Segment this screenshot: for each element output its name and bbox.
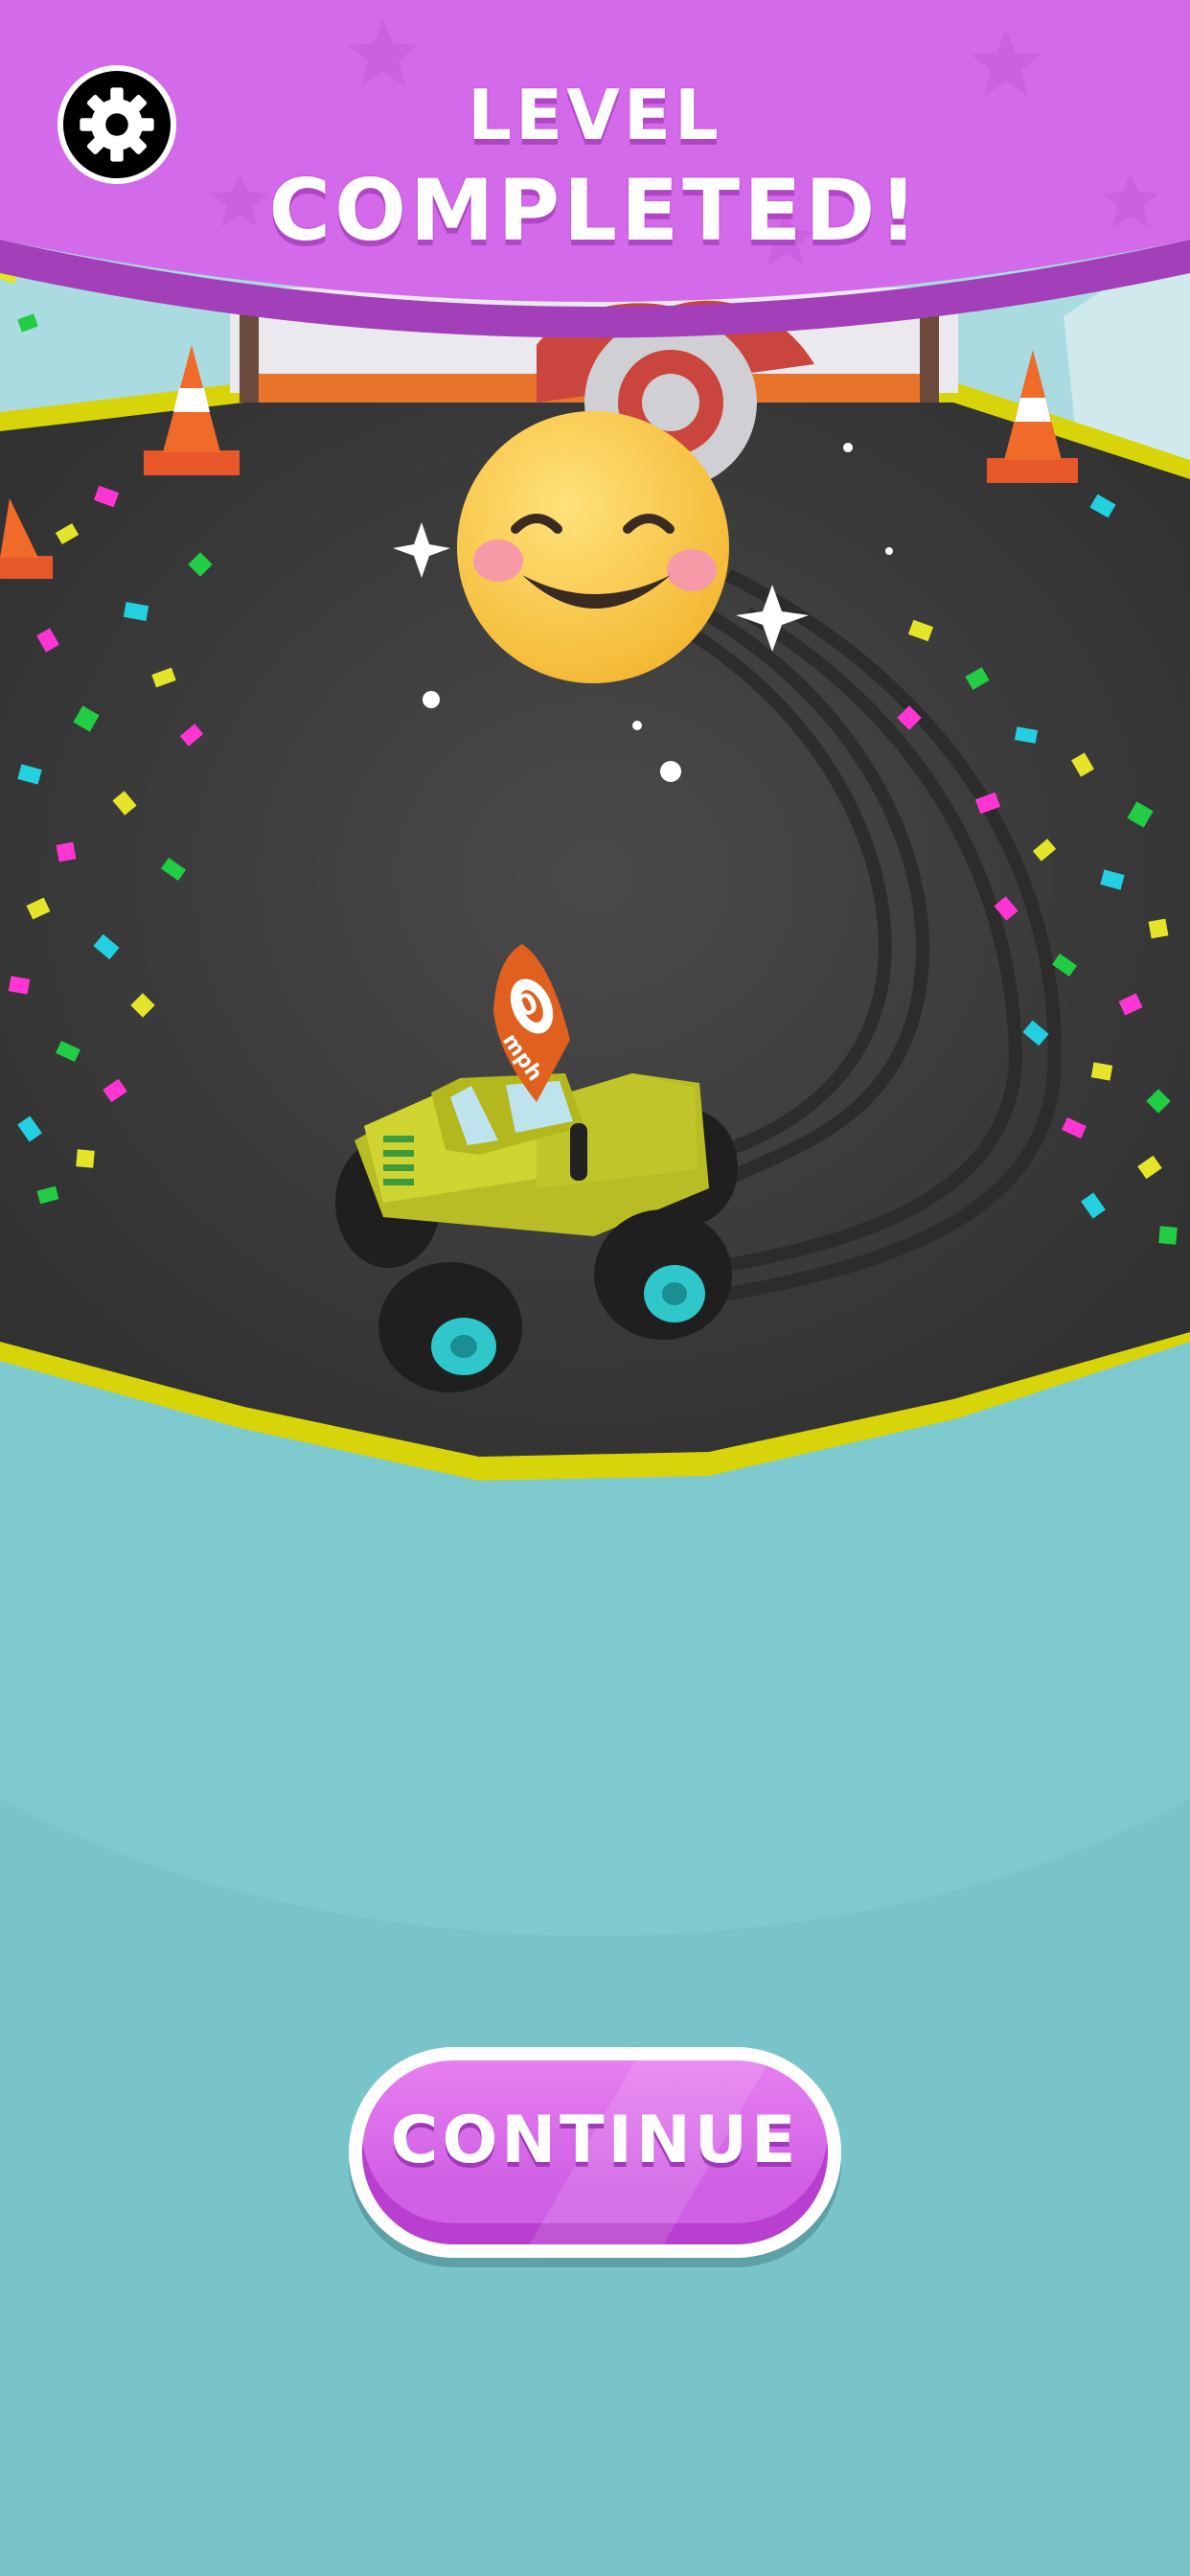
speed-value: 0 — [515, 982, 550, 1021]
continue-button[interactable]: CONTINUE — [349, 2047, 841, 2258]
smiley-face-icon — [457, 411, 729, 683]
continue-button-face: CONTINUE — [362, 2060, 828, 2244]
continue-label: CONTINUE — [390, 2103, 800, 2178]
settings-button[interactable] — [57, 65, 176, 184]
completed-title: COMPLETED! — [268, 161, 922, 260]
level-title: LEVEL — [468, 75, 722, 155]
gear-icon — [80, 87, 154, 162]
